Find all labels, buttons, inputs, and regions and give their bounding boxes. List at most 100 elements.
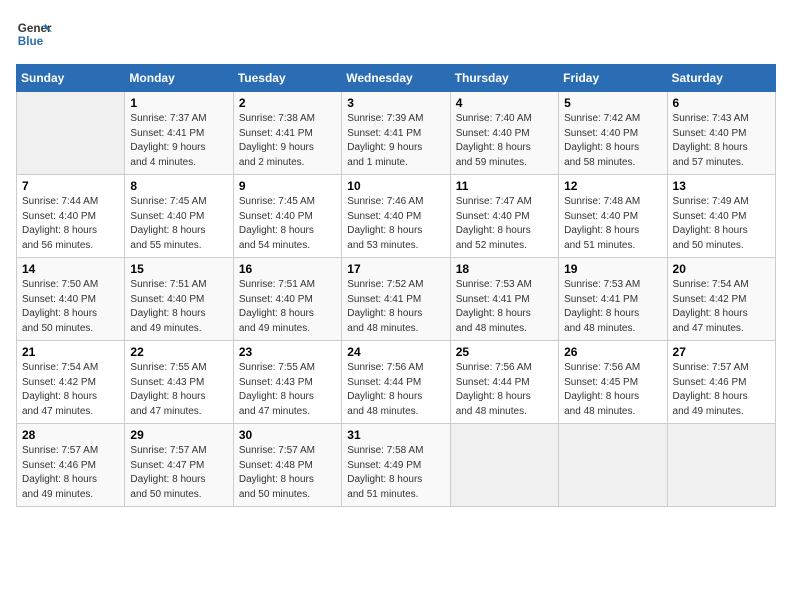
day-number: 13 xyxy=(673,179,770,193)
day-number: 23 xyxy=(239,345,336,359)
day-info: Sunrise: 7:56 AM Sunset: 4:45 PM Dayligh… xyxy=(564,361,661,419)
weekday-thursday: Thursday xyxy=(450,65,558,92)
week-row-1: 7 Sunrise: 7:44 AM Sunset: 4:40 PM Daylig… xyxy=(17,175,776,258)
day-number: 1 xyxy=(130,96,227,110)
day-info: Sunrise: 7:51 AM Sunset: 4:40 PM Dayligh… xyxy=(239,278,336,336)
calendar-cell: 28 Sunrise: 7:57 AM Sunset: 4:46 PM Dayli… xyxy=(17,424,125,507)
day-info: Sunrise: 7:56 AM Sunset: 4:44 PM Dayligh… xyxy=(456,361,553,419)
day-number: 9 xyxy=(239,179,336,193)
calendar-cell: 17Sunrise: 7:52 AM Sunset: 4:41 PM Dayli… xyxy=(342,258,450,341)
calendar-cell: 12 Sunrise: 7:48 AM Sunset: 4:40 PM Dayli… xyxy=(559,175,667,258)
week-row-3: 21 Sunrise: 7:54 AM Sunset: 4:42 PM Dayli… xyxy=(17,341,776,424)
day-number: 18 xyxy=(456,262,553,276)
day-info: Sunrise: 7:37 AM Sunset: 4:41 PM Dayligh… xyxy=(130,112,227,170)
calendar-cell: 13Sunrise: 7:49 AM Sunset: 4:40 PM Dayli… xyxy=(667,175,775,258)
calendar-table: SundayMondayTuesdayWednesdayThursdayFrid… xyxy=(16,64,776,507)
calendar-cell: 23 Sunrise: 7:55 AM Sunset: 4:43 PM Dayli… xyxy=(233,341,341,424)
day-number: 24 xyxy=(347,345,444,359)
day-number: 2 xyxy=(239,96,336,110)
day-number: 4 xyxy=(456,96,553,110)
weekday-header-row: SundayMondayTuesdayWednesdayThursdayFrid… xyxy=(17,65,776,92)
day-info: Sunrise: 7:39 AM Sunset: 4:41 PM Dayligh… xyxy=(347,112,444,170)
day-number: 19 xyxy=(564,262,661,276)
calendar-cell: 7 Sunrise: 7:44 AM Sunset: 4:40 PM Daylig… xyxy=(17,175,125,258)
calendar-cell: 10 Sunrise: 7:46 AM Sunset: 4:40 PM Dayli… xyxy=(342,175,450,258)
day-number: 29 xyxy=(130,428,227,442)
day-number: 11 xyxy=(456,179,553,193)
calendar-cell: 19 Sunrise: 7:53 AM Sunset: 4:41 PM Dayli… xyxy=(559,258,667,341)
day-info: Sunrise: 7:55 AM Sunset: 4:43 PM Dayligh… xyxy=(239,361,336,419)
day-number: 26 xyxy=(564,345,661,359)
day-number: 25 xyxy=(456,345,553,359)
calendar-cell: 21 Sunrise: 7:54 AM Sunset: 4:42 PM Dayli… xyxy=(17,341,125,424)
day-info: Sunrise: 7:45 AM Sunset: 4:40 PM Dayligh… xyxy=(239,195,336,253)
weekday-friday: Friday xyxy=(559,65,667,92)
day-number: 7 xyxy=(22,179,119,193)
day-number: 10 xyxy=(347,179,444,193)
calendar-cell: 18Sunrise: 7:53 AM Sunset: 4:41 PM Dayli… xyxy=(450,258,558,341)
day-number: 30 xyxy=(239,428,336,442)
calendar-cell xyxy=(450,424,558,507)
day-info: Sunrise: 7:53 AM Sunset: 4:41 PM Dayligh… xyxy=(564,278,661,336)
calendar-cell: 30 Sunrise: 7:57 AM Sunset: 4:48 PM Dayli… xyxy=(233,424,341,507)
weekday-monday: Monday xyxy=(125,65,233,92)
calendar-cell: 16Sunrise: 7:51 AM Sunset: 4:40 PM Dayli… xyxy=(233,258,341,341)
calendar-cell xyxy=(559,424,667,507)
day-info: Sunrise: 7:56 AM Sunset: 4:44 PM Dayligh… xyxy=(347,361,444,419)
weekday-saturday: Saturday xyxy=(667,65,775,92)
day-info: Sunrise: 7:54 AM Sunset: 4:42 PM Dayligh… xyxy=(673,278,770,336)
day-info: Sunrise: 7:58 AM Sunset: 4:49 PM Dayligh… xyxy=(347,444,444,502)
calendar-cell: 3 Sunrise: 7:39 AM Sunset: 4:41 PM Daylig… xyxy=(342,92,450,175)
day-number: 17 xyxy=(347,262,444,276)
calendar-cell: 24 Sunrise: 7:56 AM Sunset: 4:44 PM Dayli… xyxy=(342,341,450,424)
calendar-cell: 27Sunrise: 7:57 AM Sunset: 4:46 PM Dayli… xyxy=(667,341,775,424)
calendar-body: 1 Sunrise: 7:37 AM Sunset: 4:41 PM Daylig… xyxy=(17,92,776,507)
day-number: 6 xyxy=(673,96,770,110)
calendar-cell: 29 Sunrise: 7:57 AM Sunset: 4:47 PM Dayli… xyxy=(125,424,233,507)
svg-text:Blue: Blue xyxy=(18,35,44,48)
day-info: Sunrise: 7:46 AM Sunset: 4:40 PM Dayligh… xyxy=(347,195,444,253)
calendar-cell: 4 Sunrise: 7:40 AM Sunset: 4:40 PM Daylig… xyxy=(450,92,558,175)
day-number: 20 xyxy=(673,262,770,276)
day-info: Sunrise: 7:57 AM Sunset: 4:46 PM Dayligh… xyxy=(22,444,119,502)
day-info: Sunrise: 7:48 AM Sunset: 4:40 PM Dayligh… xyxy=(564,195,661,253)
day-info: Sunrise: 7:57 AM Sunset: 4:47 PM Dayligh… xyxy=(130,444,227,502)
day-info: Sunrise: 7:55 AM Sunset: 4:43 PM Dayligh… xyxy=(130,361,227,419)
week-row-2: 14 Sunrise: 7:50 AM Sunset: 4:40 PM Dayli… xyxy=(17,258,776,341)
day-info: Sunrise: 7:50 AM Sunset: 4:40 PM Dayligh… xyxy=(22,278,119,336)
calendar-cell: 15 Sunrise: 7:51 AM Sunset: 4:40 PM Dayli… xyxy=(125,258,233,341)
calendar-cell: 2 Sunrise: 7:38 AM Sunset: 4:41 PM Daylig… xyxy=(233,92,341,175)
week-row-0: 1 Sunrise: 7:37 AM Sunset: 4:41 PM Daylig… xyxy=(17,92,776,175)
day-info: Sunrise: 7:43 AM Sunset: 4:40 PM Dayligh… xyxy=(673,112,770,170)
day-info: Sunrise: 7:45 AM Sunset: 4:40 PM Dayligh… xyxy=(130,195,227,253)
day-info: Sunrise: 7:57 AM Sunset: 4:48 PM Dayligh… xyxy=(239,444,336,502)
logo-icon: General Blue xyxy=(16,16,52,52)
day-info: Sunrise: 7:51 AM Sunset: 4:40 PM Dayligh… xyxy=(130,278,227,336)
day-number: 22 xyxy=(130,345,227,359)
logo: General Blue xyxy=(16,16,52,52)
day-number: 3 xyxy=(347,96,444,110)
week-row-4: 28 Sunrise: 7:57 AM Sunset: 4:46 PM Dayli… xyxy=(17,424,776,507)
calendar-cell: 11Sunrise: 7:47 AM Sunset: 4:40 PM Dayli… xyxy=(450,175,558,258)
calendar-cell: 9 Sunrise: 7:45 AM Sunset: 4:40 PM Daylig… xyxy=(233,175,341,258)
calendar-cell: 6 Sunrise: 7:43 AM Sunset: 4:40 PM Daylig… xyxy=(667,92,775,175)
calendar-cell: 25 Sunrise: 7:56 AM Sunset: 4:44 PM Dayli… xyxy=(450,341,558,424)
day-number: 21 xyxy=(22,345,119,359)
calendar-cell: 22 Sunrise: 7:55 AM Sunset: 4:43 PM Dayli… xyxy=(125,341,233,424)
calendar-cell: 20 Sunrise: 7:54 AM Sunset: 4:42 PM Dayli… xyxy=(667,258,775,341)
day-info: Sunrise: 7:40 AM Sunset: 4:40 PM Dayligh… xyxy=(456,112,553,170)
day-number: 28 xyxy=(22,428,119,442)
day-number: 14 xyxy=(22,262,119,276)
day-info: Sunrise: 7:57 AM Sunset: 4:46 PM Dayligh… xyxy=(673,361,770,419)
day-info: Sunrise: 7:44 AM Sunset: 4:40 PM Dayligh… xyxy=(22,195,119,253)
day-info: Sunrise: 7:54 AM Sunset: 4:42 PM Dayligh… xyxy=(22,361,119,419)
calendar-cell: 5Sunrise: 7:42 AM Sunset: 4:40 PM Daylig… xyxy=(559,92,667,175)
day-number: 15 xyxy=(130,262,227,276)
day-info: Sunrise: 7:38 AM Sunset: 4:41 PM Dayligh… xyxy=(239,112,336,170)
calendar-cell: 14 Sunrise: 7:50 AM Sunset: 4:40 PM Dayli… xyxy=(17,258,125,341)
calendar-cell: 8Sunrise: 7:45 AM Sunset: 4:40 PM Daylig… xyxy=(125,175,233,258)
weekday-tuesday: Tuesday xyxy=(233,65,341,92)
weekday-wednesday: Wednesday xyxy=(342,65,450,92)
day-number: 12 xyxy=(564,179,661,193)
calendar-cell xyxy=(667,424,775,507)
